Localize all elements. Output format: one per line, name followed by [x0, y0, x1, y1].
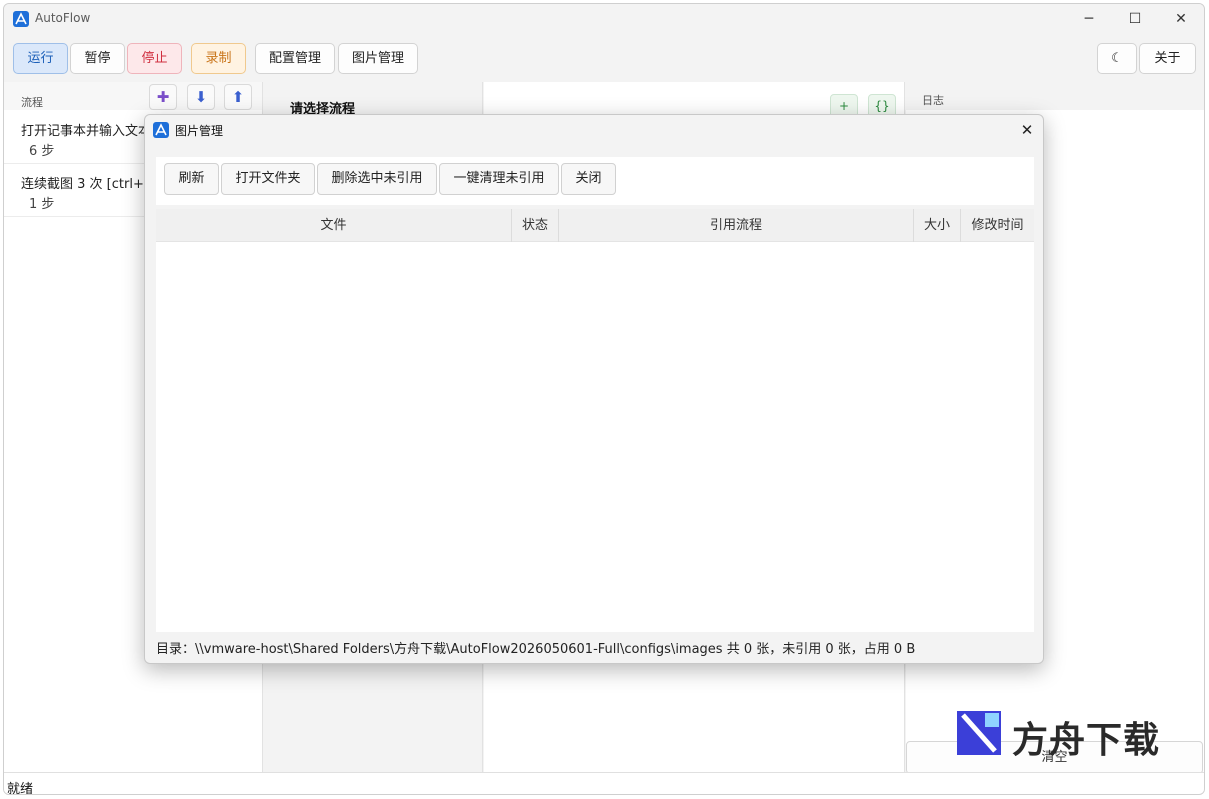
config-manage-button[interactable]: 配置管理 — [255, 43, 335, 74]
dialog-close-button[interactable]: 关闭 — [561, 163, 616, 195]
open-folder-button[interactable]: 打开文件夹 — [221, 163, 315, 195]
image-table: 文件 状态 引用流程 大小 修改时间 — [156, 209, 1034, 632]
close-icon[interactable]: ✕ — [1158, 4, 1204, 34]
delete-selected-unreferenced-button[interactable]: 删除选中未引用 — [317, 163, 437, 195]
column-header-referenced-flows[interactable]: 引用流程 — [559, 209, 914, 242]
stop-button[interactable]: 停止 — [127, 43, 182, 74]
image-manager-dialog: 图片管理 ✕ 刷新 打开文件夹 删除选中未引用 一键清理未引用 关闭 文件 状态… — [144, 114, 1044, 664]
column-header-size[interactable]: 大小 — [914, 209, 961, 242]
column-header-file[interactable]: 文件 — [156, 209, 512, 242]
run-button[interactable]: 运行 — [13, 43, 68, 74]
watermark-mark-icon — [957, 711, 1001, 755]
status-bar: 就绪 — [4, 772, 1204, 795]
app-logo-icon — [13, 11, 29, 27]
export-flow-icon[interactable]: ⬆ — [224, 84, 252, 110]
pause-button[interactable]: 暂停 — [70, 43, 125, 74]
log-header: 日志 — [906, 82, 1204, 110]
dialog-title: 图片管理 — [175, 124, 224, 138]
minimize-icon[interactable]: ─ — [1066, 4, 1112, 34]
clean-all-unreferenced-button[interactable]: 一键清理未引用 — [439, 163, 559, 195]
record-button[interactable]: 录制 — [191, 43, 246, 74]
image-manage-button[interactable]: 图片管理 — [338, 43, 418, 74]
dialog-toolbar: 刷新 打开文件夹 删除选中未引用 一键清理未引用 关闭 — [156, 157, 1034, 205]
table-header: 文件 状态 引用流程 大小 修改时间 — [156, 209, 1034, 242]
dialog-close-icon[interactable]: ✕ — [1013, 118, 1041, 142]
status-text: 就绪 — [7, 782, 34, 795]
column-header-modified-time[interactable]: 修改时间 — [961, 209, 1034, 242]
app-title: AutoFlow — [35, 11, 91, 25]
import-flow-icon[interactable]: ⬇ — [187, 84, 215, 110]
theme-toggle-icon[interactable]: ☾ — [1097, 43, 1137, 74]
watermark-logo: 方舟下载 — [955, 707, 1170, 761]
watermark-text: 方舟下载 — [1012, 720, 1161, 761]
refresh-button[interactable]: 刷新 — [164, 163, 219, 195]
main-toolbar: 运行 暂停 停止 录制 配置管理 图片管理 ☾ 关于 — [4, 37, 1204, 77]
add-flow-icon[interactable]: ✚ — [149, 84, 177, 110]
dialog-title-bar: 图片管理 ✕ — [145, 115, 1043, 145]
column-header-status[interactable]: 状态 — [512, 209, 559, 242]
dialog-footer-info: 目录：\\vmware-host\Shared Folders\方舟下载\Aut… — [156, 642, 916, 657]
app-logo-icon — [153, 122, 169, 138]
maximize-icon[interactable]: ☐ — [1112, 4, 1158, 34]
title-bar: AutoFlow ─ ☐ ✕ — [4, 4, 1204, 34]
about-button[interactable]: 关于 — [1139, 43, 1196, 74]
